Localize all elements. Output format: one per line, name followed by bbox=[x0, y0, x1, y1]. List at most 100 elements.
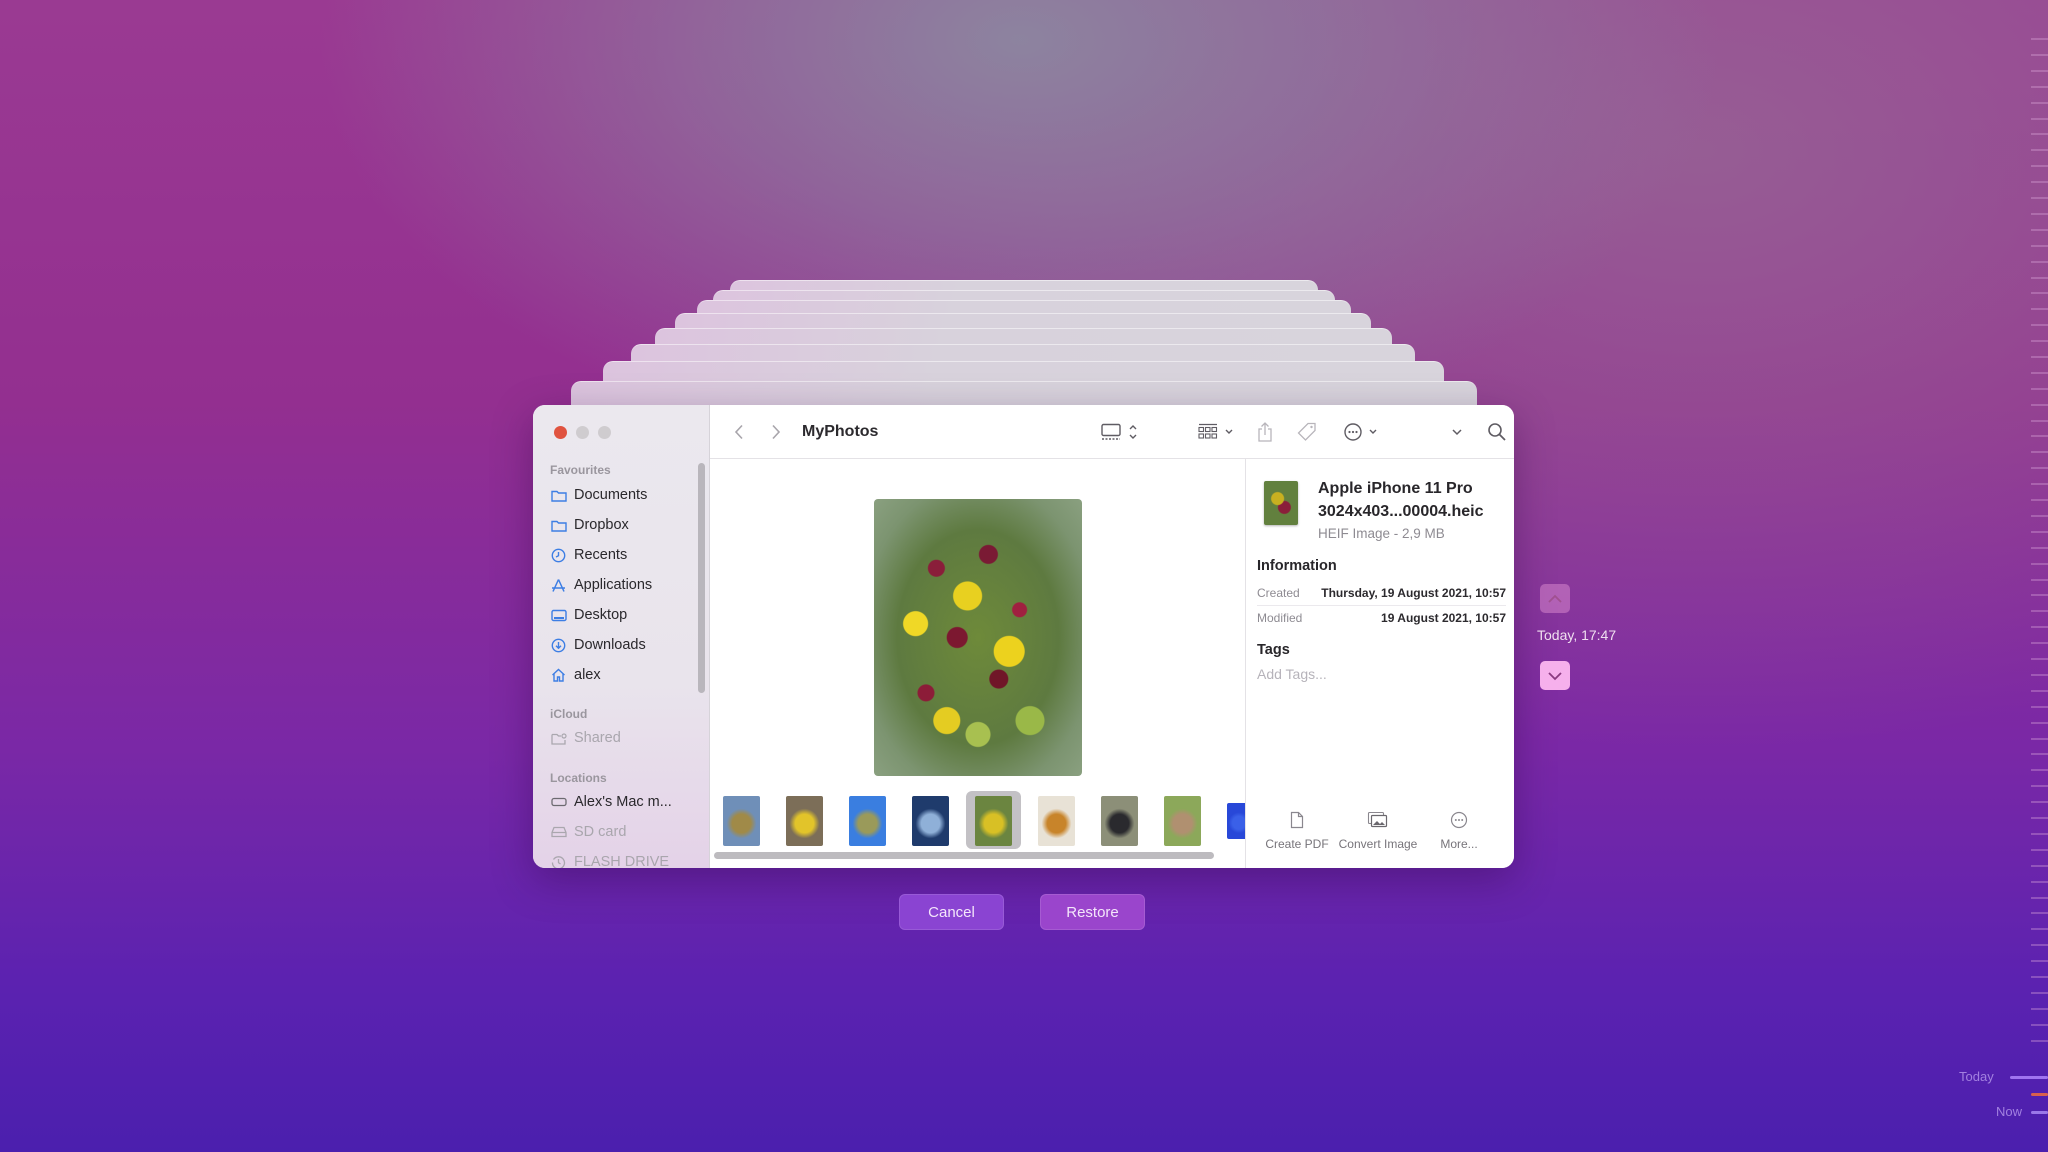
cancel-button[interactable]: Cancel bbox=[899, 894, 1004, 930]
timeline-tick[interactable] bbox=[2031, 881, 2048, 883]
timeline-tick[interactable] bbox=[2031, 54, 2048, 56]
timeline-tick[interactable] bbox=[2031, 833, 2048, 835]
timeline-tick[interactable] bbox=[2031, 229, 2048, 231]
timeline-tick[interactable] bbox=[2031, 531, 2048, 533]
timeline-tick[interactable] bbox=[2031, 277, 2048, 279]
timeline-tick[interactable] bbox=[2031, 722, 2048, 724]
timeline-tick[interactable] bbox=[2031, 642, 2048, 644]
timeline-tick[interactable] bbox=[2031, 435, 2048, 437]
timeline-tick[interactable] bbox=[2031, 579, 2048, 581]
search-button[interactable] bbox=[1484, 405, 1510, 458]
timeline-tick[interactable] bbox=[2031, 547, 2048, 549]
timeline-tick[interactable] bbox=[2031, 404, 2048, 406]
timeline-marker-today[interactable] bbox=[2010, 1076, 2048, 1079]
sidebar-item-sd-card[interactable]: SD card bbox=[550, 821, 626, 843]
timeline-tick[interactable] bbox=[2031, 245, 2048, 247]
timeline-tick[interactable] bbox=[2031, 70, 2048, 72]
sidebar-item-alex[interactable]: alex bbox=[550, 664, 601, 686]
timeline-tick[interactable] bbox=[2031, 928, 2048, 930]
share-button[interactable] bbox=[1254, 405, 1276, 458]
timeline-tick[interactable] bbox=[2031, 483, 2048, 485]
thumbnail[interactable] bbox=[786, 796, 823, 846]
create-pdf-button[interactable]: Create PDF bbox=[1257, 809, 1337, 851]
zoom-button[interactable] bbox=[598, 426, 611, 439]
timeline-tick[interactable] bbox=[2031, 388, 2048, 390]
timeline-tick[interactable] bbox=[2031, 356, 2048, 358]
sidebar-item-flash-drive[interactable]: FLASH DRIVE bbox=[550, 851, 669, 868]
timeline-tick[interactable] bbox=[2031, 340, 2048, 342]
previous-snapshot-button[interactable] bbox=[1540, 584, 1570, 613]
thumbnail[interactable] bbox=[912, 796, 949, 846]
timeline-tick[interactable] bbox=[2031, 499, 2048, 501]
back-button[interactable] bbox=[728, 405, 750, 458]
next-snapshot-button[interactable] bbox=[1540, 661, 1570, 690]
sidebar-item-dropbox[interactable]: Dropbox bbox=[550, 514, 629, 536]
timeline-tick[interactable] bbox=[2031, 372, 2048, 374]
timeline-marker-current[interactable] bbox=[2031, 1093, 2048, 1096]
group-button[interactable] bbox=[1196, 405, 1238, 458]
toolbar-overflow-button[interactable] bbox=[1447, 405, 1467, 458]
thumbnail[interactable] bbox=[849, 796, 886, 846]
timeline-tick[interactable] bbox=[2031, 102, 2048, 104]
timeline-tick[interactable] bbox=[2031, 197, 2048, 199]
timeline[interactable] bbox=[2028, 0, 2048, 1152]
timeline-tick[interactable] bbox=[2031, 960, 2048, 962]
timeline-tick[interactable] bbox=[2031, 86, 2048, 88]
sidebar-item-shared[interactable]: Shared bbox=[550, 727, 621, 749]
timeline-tick[interactable] bbox=[2031, 261, 2048, 263]
timeline-tick[interactable] bbox=[2031, 563, 2048, 565]
timeline-tick[interactable] bbox=[2031, 738, 2048, 740]
timeline-tick[interactable] bbox=[2031, 690, 2048, 692]
timeline-tick[interactable] bbox=[2031, 118, 2048, 120]
preview-image[interactable] bbox=[874, 499, 1082, 776]
timeline-tick[interactable] bbox=[2031, 451, 2048, 453]
timeline-tick[interactable] bbox=[2031, 594, 2048, 596]
close-button[interactable] bbox=[554, 426, 567, 439]
thumbnail[interactable] bbox=[1038, 796, 1075, 846]
sidebar-item-downloads[interactable]: Downloads bbox=[550, 634, 646, 656]
timeline-tick[interactable] bbox=[2031, 912, 2048, 914]
thumbnail[interactable] bbox=[975, 796, 1012, 846]
timeline-tick[interactable] bbox=[2031, 849, 2048, 851]
forward-button[interactable] bbox=[765, 405, 787, 458]
timeline-marker-now[interactable] bbox=[2031, 1111, 2048, 1114]
sidebar-item-documents[interactable]: Documents bbox=[550, 484, 647, 506]
action-menu-button[interactable] bbox=[1341, 405, 1385, 458]
timeline-tick[interactable] bbox=[2031, 658, 2048, 660]
timeline-tick[interactable] bbox=[2031, 149, 2048, 151]
timeline-tick[interactable] bbox=[2031, 897, 2048, 899]
thumbnail[interactable] bbox=[1164, 796, 1201, 846]
tag-button[interactable] bbox=[1295, 405, 1319, 458]
timeline-tick[interactable] bbox=[2031, 674, 2048, 676]
view-mode-button[interactable] bbox=[1099, 405, 1143, 458]
timeline-tick[interactable] bbox=[2031, 467, 2048, 469]
convert-image-button[interactable]: Convert Image bbox=[1338, 809, 1418, 851]
timeline-tick[interactable] bbox=[2031, 992, 2048, 994]
timeline-tick[interactable] bbox=[2031, 308, 2048, 310]
timeline-tick[interactable] bbox=[2031, 817, 2048, 819]
minimize-button[interactable] bbox=[576, 426, 589, 439]
add-tags-input[interactable]: Add Tags... bbox=[1257, 666, 1327, 682]
timeline-tick[interactable] bbox=[2031, 165, 2048, 167]
timeline-tick[interactable] bbox=[2031, 213, 2048, 215]
timeline-tick[interactable] bbox=[2031, 1040, 2048, 1042]
timeline-tick[interactable] bbox=[2031, 944, 2048, 946]
timeline-tick[interactable] bbox=[2031, 38, 2048, 40]
timeline-tick[interactable] bbox=[2031, 610, 2048, 612]
timeline-tick[interactable] bbox=[2031, 181, 2048, 183]
timeline-tick[interactable] bbox=[2031, 801, 2048, 803]
timeline-tick[interactable] bbox=[2031, 515, 2048, 517]
timeline-tick[interactable] bbox=[2031, 133, 2048, 135]
timeline-tick[interactable] bbox=[2031, 706, 2048, 708]
timeline-tick[interactable] bbox=[2031, 1024, 2048, 1026]
timeline-tick[interactable] bbox=[2031, 753, 2048, 755]
timeline-tick[interactable] bbox=[2031, 785, 2048, 787]
thumbnail[interactable] bbox=[1101, 796, 1138, 846]
timeline-tick[interactable] bbox=[2031, 324, 2048, 326]
timeline-tick[interactable] bbox=[2031, 292, 2048, 294]
timeline-tick[interactable] bbox=[2031, 865, 2048, 867]
sidebar-item-mac[interactable]: Alex's Mac m... bbox=[550, 791, 672, 813]
more-actions-button[interactable]: More... bbox=[1419, 809, 1499, 851]
restore-button[interactable]: Restore bbox=[1040, 894, 1145, 930]
sidebar-item-recents[interactable]: Recents bbox=[550, 544, 627, 566]
